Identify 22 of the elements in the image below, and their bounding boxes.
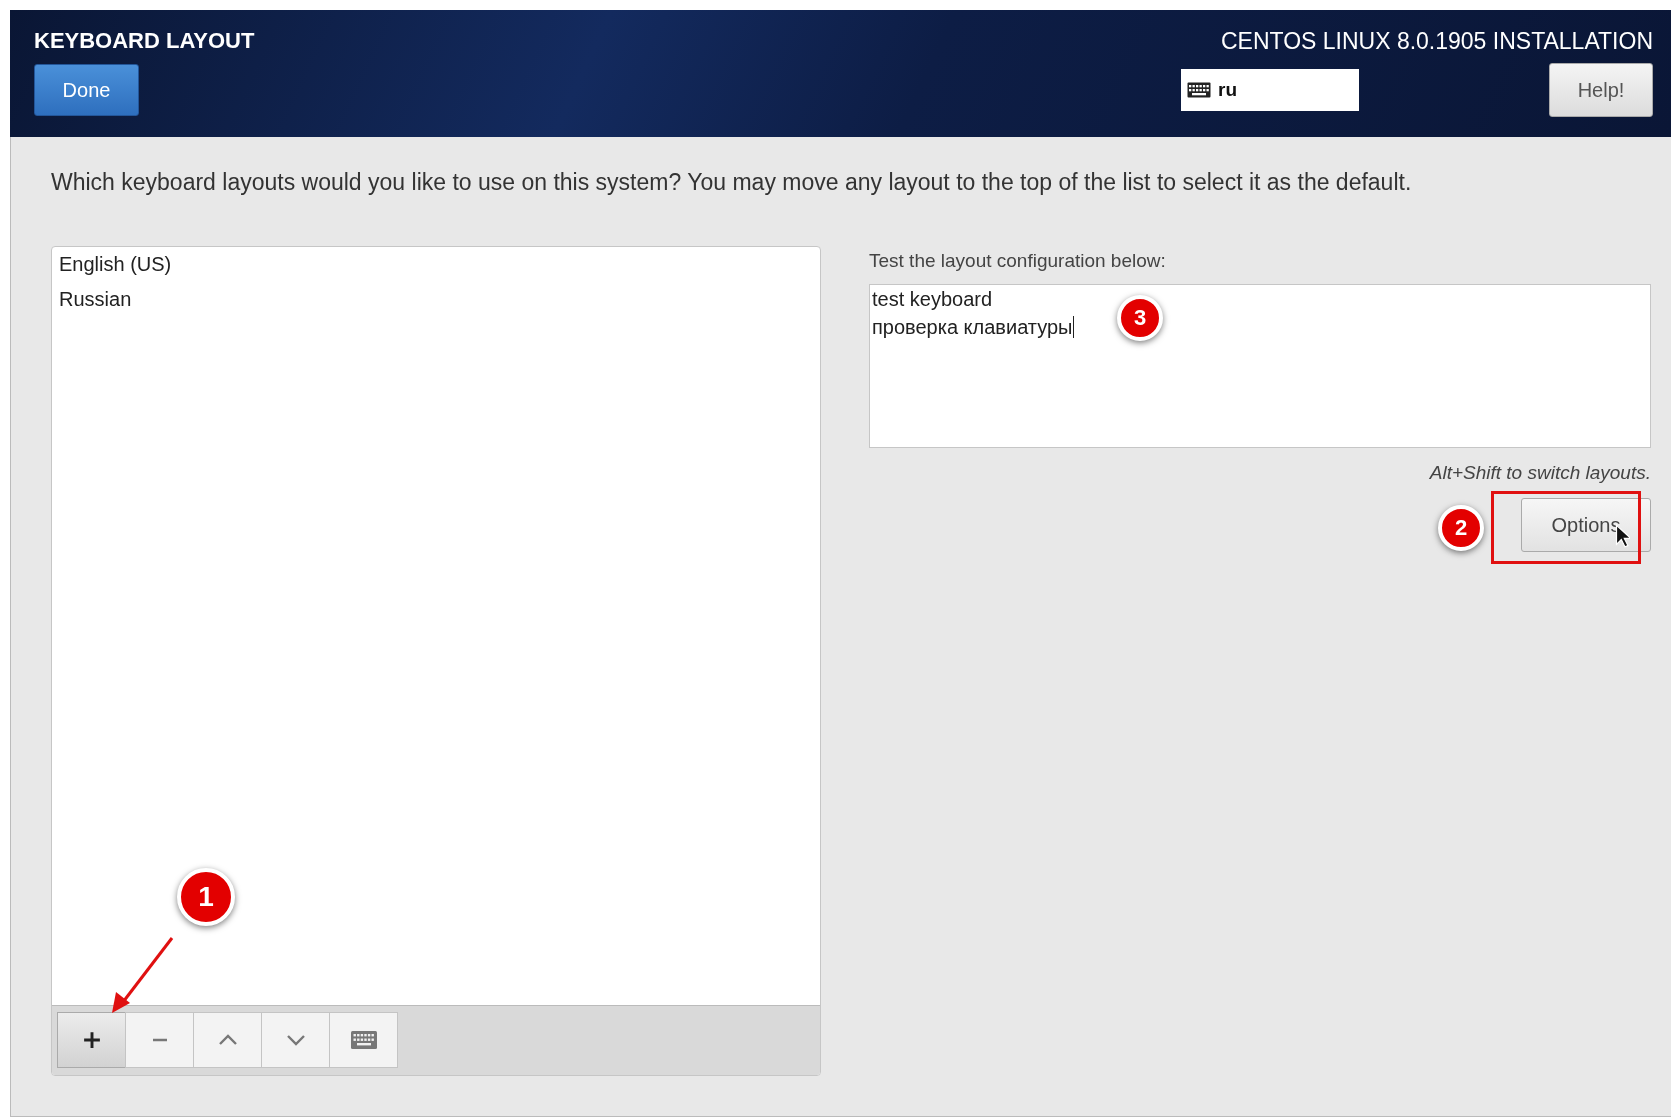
switch-hint: Alt+Shift to switch layouts. xyxy=(1429,462,1651,484)
screen-title: KEYBOARD LAYOUT xyxy=(34,28,255,54)
chevron-up-icon xyxy=(217,1034,238,1046)
keyboard-icon xyxy=(1187,82,1211,98)
preview-button[interactable] xyxy=(329,1012,398,1068)
layout-code: ru xyxy=(1218,79,1237,101)
test-label: Test the layout configuration below: xyxy=(869,249,1167,272)
product-title: CENTOS LINUX 8.0.1905 INSTALLATION xyxy=(1220,28,1653,55)
layout-list-item[interactable]: Russian xyxy=(59,288,820,311)
keyboard-icon xyxy=(350,1031,377,1049)
layout-list-item[interactable]: English (US) xyxy=(59,253,820,276)
plus-icon xyxy=(82,1031,101,1049)
done-button[interactable]: Done xyxy=(34,64,139,116)
chevron-down-icon xyxy=(285,1034,306,1046)
minus-icon xyxy=(150,1038,169,1042)
keyboard-layout-indicator[interactable]: ru xyxy=(1181,69,1359,111)
add-button[interactable] xyxy=(57,1012,126,1068)
remove-button[interactable] xyxy=(125,1012,194,1068)
options-button[interactable]: Options xyxy=(1521,498,1651,552)
help-button[interactable]: Help! xyxy=(1549,63,1653,117)
instruction-text: Which keyboard layouts would you like to use on this system? You may move any layout to the top of the list to select it as the default. xyxy=(51,168,1413,196)
move-up-button[interactable] xyxy=(193,1012,262,1068)
